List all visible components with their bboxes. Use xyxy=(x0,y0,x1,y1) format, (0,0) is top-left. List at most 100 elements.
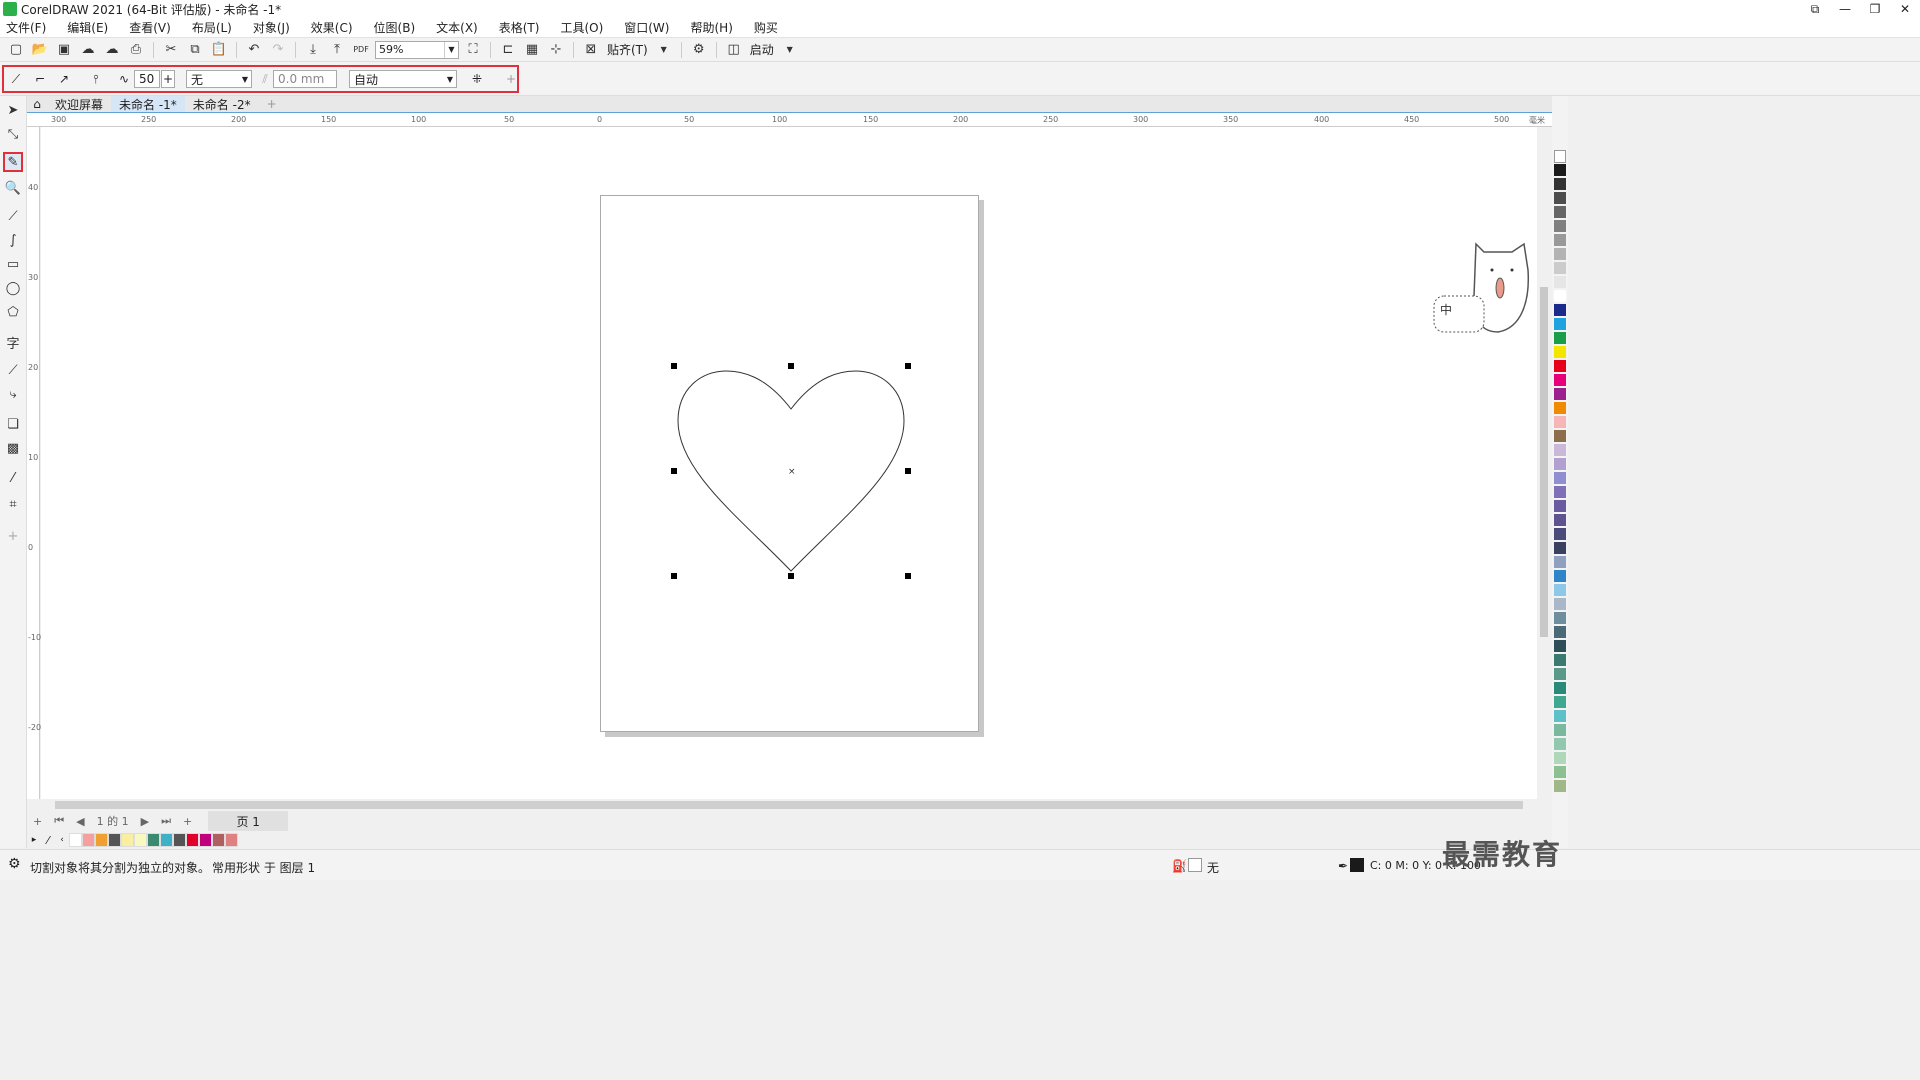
palette-swatch[interactable] xyxy=(1554,500,1566,513)
palette-swatch[interactable] xyxy=(1554,598,1566,611)
gap-overlap-combo[interactable]: 无 ▼ xyxy=(186,70,252,88)
palette-swatch[interactable] xyxy=(1554,682,1566,695)
knife-tool-icon[interactable]: ✎ xyxy=(3,152,23,172)
launch-dropdown[interactable]: 启动 xyxy=(750,41,774,58)
doc-swatch[interactable] xyxy=(225,833,238,847)
save-icon[interactable]: ▣ xyxy=(54,40,74,60)
menu-effects[interactable]: 效果(C) xyxy=(311,19,353,36)
add-tool-icon[interactable]: + xyxy=(3,526,23,546)
vertical-ruler[interactable]: 40 30 20 10 0 -10 -20 xyxy=(27,127,41,799)
doc-swatch[interactable] xyxy=(95,833,108,847)
menu-view[interactable]: 查看(V) xyxy=(129,19,171,36)
palette-swatch[interactable] xyxy=(1554,556,1566,569)
add-icon[interactable]: + xyxy=(502,70,520,88)
add-page-icon[interactable]: + xyxy=(33,815,42,828)
palette-swatch[interactable] xyxy=(1554,178,1566,191)
export-icon[interactable]: ⤒ xyxy=(327,40,347,60)
import-icon[interactable]: ⤓ xyxy=(303,40,323,60)
doc-swatch[interactable] xyxy=(173,833,186,847)
doc-swatch[interactable] xyxy=(212,833,225,847)
palette-swatch[interactable] xyxy=(1554,542,1566,555)
no-color-swatch[interactable] xyxy=(1554,150,1566,163)
chevron-down-icon[interactable]: ▼ xyxy=(444,71,456,87)
palette-swatch[interactable] xyxy=(1554,388,1566,401)
menu-text[interactable]: 文本(X) xyxy=(436,19,478,36)
page-tab-1[interactable]: 页 1 xyxy=(208,811,289,831)
doc-swatch[interactable] xyxy=(108,833,121,847)
palette-swatch[interactable] xyxy=(1554,220,1566,233)
drop-shadow-icon[interactable]: ❏ xyxy=(3,414,23,434)
palette-swatch[interactable] xyxy=(1554,304,1566,317)
outline-pen-icon[interactable]: ✒ xyxy=(1338,859,1348,873)
bezier-cut-icon[interactable]: ⌐ xyxy=(31,70,49,88)
tab-untitled-2[interactable]: 未命名 -2* xyxy=(185,96,259,112)
tab-welcome-screen[interactable]: 欢迎屏幕 xyxy=(47,96,111,112)
palette-swatch[interactable] xyxy=(1554,668,1566,681)
snap-off-icon[interactable]: ⊠ xyxy=(581,40,601,60)
paste-icon[interactable]: 📋 xyxy=(209,40,229,60)
cut-icon[interactable]: ✂ xyxy=(161,40,181,60)
menu-bitmaps[interactable]: 位图(B) xyxy=(374,19,416,36)
two-point-cut-icon[interactable]: ⟋ xyxy=(7,70,25,88)
palette-swatch[interactable] xyxy=(1554,486,1566,499)
menu-edit[interactable]: 编辑(E) xyxy=(67,19,108,36)
outline-option-combo[interactable]: 自动 ▼ xyxy=(349,70,457,88)
freehand-tool-icon[interactable]: ⟋ xyxy=(3,206,23,226)
doc-swatch[interactable] xyxy=(199,833,212,847)
home-icon[interactable]: ⌂ xyxy=(27,96,47,112)
doc-swatch[interactable] xyxy=(82,833,95,847)
doc-swatch[interactable] xyxy=(160,833,173,847)
minimize-button[interactable]: — xyxy=(1830,0,1860,18)
chevron-down-icon[interactable]: ▼ xyxy=(780,40,800,60)
tab-untitled-1[interactable]: 未命名 -1* xyxy=(111,96,185,112)
connector-tool-icon[interactable]: ⤷ xyxy=(3,384,23,404)
cloud-upload-icon[interactable]: ☁ xyxy=(102,40,122,60)
smoothing-value-field[interactable]: 50 xyxy=(134,70,160,88)
options-gear-icon[interactable]: ⚙ xyxy=(689,40,709,60)
chevron-left-icon[interactable]: ‹ xyxy=(55,835,69,845)
menu-help[interactable]: 帮助(H) xyxy=(690,19,732,36)
palette-swatch[interactable] xyxy=(1554,276,1566,289)
cloud-download-icon[interactable]: ☁ xyxy=(78,40,98,60)
palette-swatch[interactable] xyxy=(1554,738,1566,751)
window-pin-icon[interactable]: ⧉ xyxy=(1800,0,1830,18)
menu-tools[interactable]: 工具(O) xyxy=(560,19,603,36)
show-rulers-icon[interactable]: ⊏ xyxy=(498,40,518,60)
palette-swatch[interactable] xyxy=(1554,780,1566,793)
cut-span-icon[interactable]: ⫯ xyxy=(87,70,105,88)
doc-swatch[interactable] xyxy=(121,833,134,847)
show-grid-icon[interactable]: ▦ xyxy=(522,40,542,60)
full-screen-icon[interactable]: ⛶ xyxy=(463,40,483,60)
new-document-icon[interactable]: ▢ xyxy=(6,40,26,60)
undo-icon[interactable]: ↶ xyxy=(244,40,264,60)
horizontal-ruler[interactable]: 300 250 200 150 100 50 0 50 100 150 200 … xyxy=(27,112,1552,127)
smoothing-slider-icon[interactable]: + xyxy=(161,70,175,88)
restore-button[interactable]: ❐ xyxy=(1860,0,1890,18)
redo-icon[interactable]: ↷ xyxy=(268,40,288,60)
palette-swatch[interactable] xyxy=(1554,318,1566,331)
menu-file[interactable]: 文件(F) xyxy=(6,19,46,36)
palette-swatch[interactable] xyxy=(1554,626,1566,639)
palette-swatch[interactable] xyxy=(1554,654,1566,667)
color-eyedropper-icon[interactable]: ⁄ xyxy=(3,468,23,488)
add-page-after-icon[interactable]: + xyxy=(183,815,192,828)
menu-layout[interactable]: 布局(L) xyxy=(192,19,232,36)
palette-swatch[interactable] xyxy=(1554,290,1566,303)
palette-swatch[interactable] xyxy=(1554,374,1566,387)
launch-app-icon[interactable]: ◫ xyxy=(724,40,744,60)
doc-swatch[interactable] xyxy=(147,833,160,847)
expand-palette-icon[interactable]: ▸ xyxy=(27,835,41,845)
width-field[interactable]: 0.0 mm xyxy=(273,70,337,88)
shape-tool-icon[interactable]: ⤡ xyxy=(3,124,23,144)
palette-swatch[interactable] xyxy=(1554,444,1566,457)
doc-swatch[interactable] xyxy=(186,833,199,847)
palette-swatch[interactable] xyxy=(1554,570,1566,583)
status-gear-icon[interactable]: ⚙ xyxy=(8,856,21,872)
palette-swatch[interactable] xyxy=(1554,710,1566,723)
auto-close-icon[interactable]: ⁜ xyxy=(468,70,486,88)
palette-swatch[interactable] xyxy=(1554,514,1566,527)
publish-pdf-icon[interactable]: PDF xyxy=(351,40,371,60)
palette-swatch[interactable] xyxy=(1554,402,1566,415)
text-tool-icon[interactable]: 字 xyxy=(3,332,23,352)
palette-swatch[interactable] xyxy=(1554,234,1566,247)
